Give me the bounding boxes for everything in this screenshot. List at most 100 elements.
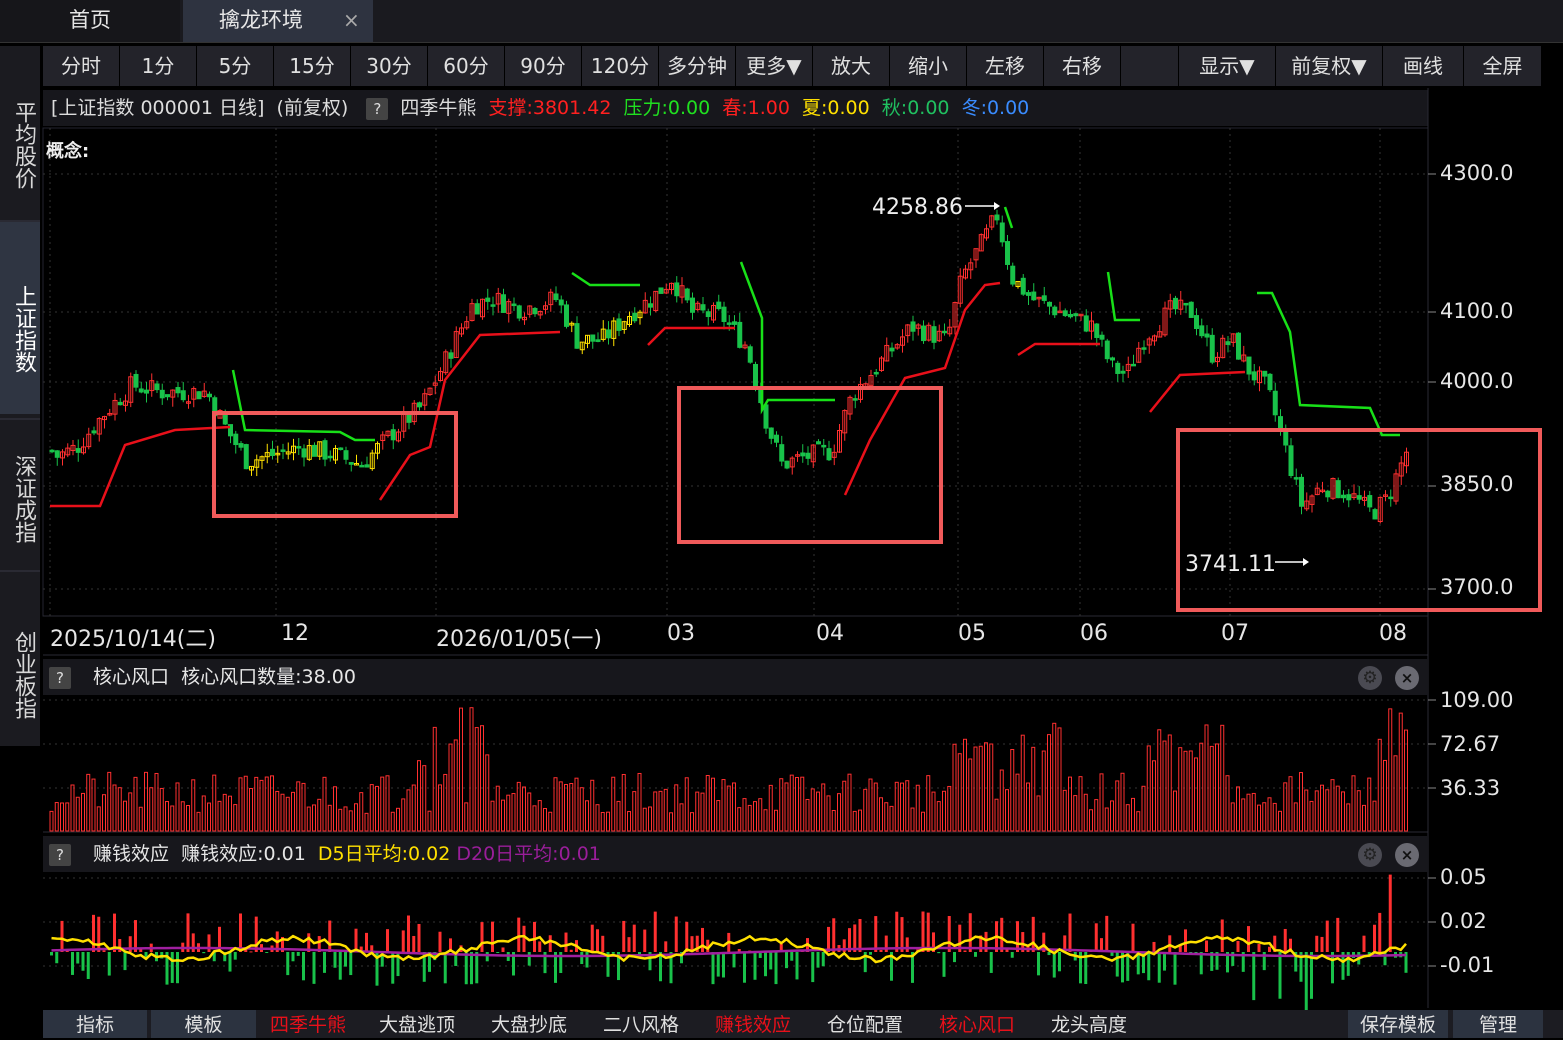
bottom-tab-6[interactable]: 赚钱效应 bbox=[699, 1010, 807, 1038]
money-bar bbox=[611, 952, 615, 954]
hot-bar bbox=[354, 803, 358, 832]
hot-bar bbox=[816, 791, 820, 832]
candle-body bbox=[490, 304, 496, 307]
help-icon[interactable]: ? bbox=[49, 666, 71, 689]
hot-bar bbox=[931, 791, 936, 832]
money-bar bbox=[1047, 952, 1051, 956]
high-price-annotation: 4258.86 bbox=[872, 195, 963, 220]
bottom-tab-11[interactable]: 管理 bbox=[1453, 1010, 1543, 1038]
hot-bar bbox=[753, 801, 757, 832]
hot-bar bbox=[123, 800, 127, 832]
candle-body bbox=[1104, 340, 1110, 360]
bottom-tab-3[interactable]: 大盘逃顶 bbox=[363, 1010, 471, 1038]
hot-bar bbox=[438, 784, 442, 832]
hot-bar bbox=[537, 800, 542, 832]
bottom-tab-8[interactable]: 核心风口 bbox=[923, 1010, 1031, 1038]
hot-bar bbox=[1120, 772, 1125, 832]
bottom-tab-1[interactable]: 模板 bbox=[151, 1010, 256, 1038]
hot-bar bbox=[564, 784, 568, 832]
money-bar bbox=[50, 952, 53, 956]
candle-body bbox=[485, 297, 491, 302]
bottom-tab-4[interactable]: 大盘抄底 bbox=[475, 1010, 583, 1038]
candle-body bbox=[1204, 333, 1210, 338]
hot-bar bbox=[574, 777, 579, 832]
bottom-tab-2[interactable]: 四季牛熊 bbox=[258, 1010, 358, 1038]
hot-bar bbox=[1073, 795, 1078, 832]
hot-bar bbox=[1299, 772, 1303, 832]
candle-body bbox=[1225, 341, 1231, 345]
money-bar bbox=[1052, 952, 1056, 978]
money-bar bbox=[874, 916, 878, 952]
date-tick: 2026/01/05(一) bbox=[436, 627, 602, 652]
money-bar bbox=[1383, 952, 1387, 966]
bottom-tab-5[interactable]: 二八风格 bbox=[587, 1010, 695, 1038]
hot-bar bbox=[1152, 760, 1156, 832]
hot-bar bbox=[711, 777, 715, 832]
money-bar bbox=[1336, 917, 1340, 952]
hot-bar bbox=[1199, 742, 1204, 832]
bottom-tab-0[interactable]: 指标 bbox=[43, 1010, 147, 1038]
gear-icon[interactable]: ⚙ bbox=[1358, 843, 1382, 867]
hot-bar bbox=[805, 798, 810, 832]
hot-bar bbox=[159, 787, 164, 832]
candle-body bbox=[1026, 292, 1031, 296]
money-bar bbox=[701, 927, 704, 952]
candle-body bbox=[301, 448, 307, 458]
candle-body bbox=[1047, 301, 1052, 307]
hot-bar bbox=[133, 776, 138, 832]
money-bar bbox=[286, 952, 290, 976]
money-bar bbox=[790, 952, 794, 961]
hot-bar bbox=[306, 806, 311, 832]
money-bar bbox=[953, 952, 956, 963]
hot-bar bbox=[427, 810, 432, 832]
hot-bar bbox=[212, 774, 217, 832]
bottom-tab-10[interactable]: 保存模板 bbox=[1348, 1010, 1448, 1038]
money-bar bbox=[711, 952, 715, 985]
d20-average: D20日平均:0.01 bbox=[456, 843, 601, 865]
hot-bar bbox=[70, 784, 75, 832]
hot-bar bbox=[422, 765, 427, 832]
gear-icon[interactable]: ⚙ bbox=[1358, 666, 1382, 690]
hot-bar bbox=[243, 775, 248, 832]
candle-body bbox=[516, 305, 522, 319]
hot-bar bbox=[1083, 793, 1088, 832]
close-icon[interactable]: × bbox=[1395, 843, 1419, 867]
money-bar bbox=[627, 937, 631, 952]
price-tick: 3850.0 bbox=[1440, 472, 1514, 496]
candle-body bbox=[1346, 494, 1352, 501]
money-bar bbox=[501, 947, 505, 952]
hot-bar bbox=[779, 778, 784, 832]
money-bar bbox=[622, 920, 626, 952]
money-bar bbox=[569, 949, 573, 952]
close-icon[interactable]: × bbox=[1395, 666, 1419, 690]
money-bar bbox=[1016, 921, 1019, 952]
help-icon[interactable]: ? bbox=[49, 843, 71, 866]
money-bar bbox=[1115, 952, 1119, 977]
money-bar bbox=[76, 952, 80, 964]
money-bar bbox=[795, 952, 799, 980]
hot-bar bbox=[726, 785, 731, 832]
money-bar bbox=[674, 916, 678, 952]
candle-body bbox=[196, 391, 202, 400]
hot-bar bbox=[333, 786, 337, 832]
hot-bar bbox=[952, 743, 957, 832]
bottom-tab-9[interactable]: 龙头高度 bbox=[1035, 1010, 1143, 1038]
hot-bar bbox=[548, 811, 553, 832]
hot-bar bbox=[165, 801, 169, 832]
kline-chart[interactable] bbox=[0, 0, 1563, 1038]
candle-body bbox=[1120, 370, 1126, 374]
money-bar bbox=[407, 915, 410, 952]
money-bar bbox=[1157, 952, 1161, 983]
hot-bar bbox=[579, 787, 584, 832]
money-bar bbox=[81, 952, 85, 971]
hot-bar bbox=[275, 790, 280, 832]
money-bar bbox=[585, 952, 589, 968]
pressure-line bbox=[1106, 271, 1140, 322]
bottom-tab-7[interactable]: 仓位配置 bbox=[811, 1010, 919, 1038]
hot-bar bbox=[758, 798, 763, 832]
candle-body bbox=[1288, 445, 1294, 477]
hot-bar bbox=[784, 782, 789, 832]
money-bar bbox=[470, 952, 473, 985]
hot-bar bbox=[285, 796, 290, 832]
candle-body bbox=[674, 282, 680, 297]
